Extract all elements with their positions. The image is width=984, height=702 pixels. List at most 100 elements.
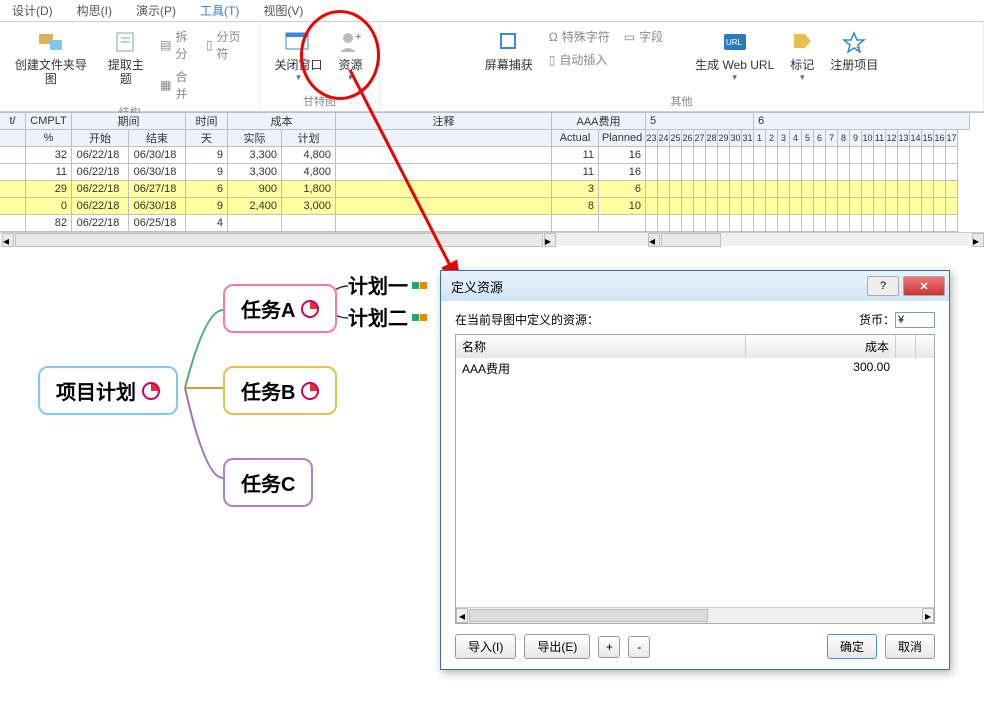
day-col: 9 [850,130,862,147]
day-col: 17 [946,130,958,147]
task-b-node[interactable]: 任务B [223,366,337,415]
gen-web-url-button[interactable]: URL 生成 Web URL ▾ [689,26,780,85]
day-col: 10 [862,130,874,147]
ok-button[interactable]: 确定 [827,634,877,659]
col-actual: Actual [552,130,599,147]
task-c-node[interactable]: 任务C [223,458,313,507]
chevron-down-icon: ▾ [800,72,805,83]
day-col: 25 [670,130,682,147]
merge-icon: ▦ [160,78,171,92]
plan2-node[interactable]: 计划二 [348,302,430,331]
day-col: 15 [922,130,934,147]
grid-scrollbar[interactable]: ◂▸ ◂▸ [0,232,984,246]
day-col: 16 [934,130,946,147]
day-col: 4 [790,130,802,147]
progress-pie-icon [301,382,319,400]
remove-resource-button[interactable]: - [628,636,650,658]
import-button[interactable]: 导入(I) [455,634,516,659]
group-other-label: 其他 [671,93,693,111]
tab-tools[interactable]: 工具(T) [188,0,251,21]
tab-design[interactable]: 设计(D) [0,0,65,21]
col-pct: % [26,130,72,147]
currency-label: 货币： [859,311,895,328]
table-row[interactable]: 006/22/1806/30/1892,4003,000810 [0,198,984,215]
day-col: 28 [706,130,718,147]
day-col: 1 [754,130,766,147]
tab-idea[interactable]: 构思(I) [65,0,124,21]
doc-icon: ▯ [549,53,556,67]
ribbon: 创建文件夹导图 提取主题 ▤拆分 ▦合并 ▯分页符 结构 关闭窗口 ▾ + 资源 [0,22,984,112]
col-t: t/ [0,113,26,130]
table-row[interactable]: 1106/22/1806/30/1893,3004,8001116 [0,164,984,181]
day-col: 8 [838,130,850,147]
progress-pie-icon [142,382,160,400]
chevron-down-icon: ▾ [296,72,301,83]
progress-pie-icon [301,300,319,318]
col-actual-cost: 实际 [228,130,282,147]
col-start: 开始 [72,130,129,147]
svg-text:+: + [355,31,361,43]
day-col: 7 [826,130,838,147]
folder-map-icon [37,28,65,56]
mark-button[interactable]: 标记 ▾ [782,26,822,85]
dialog-close-button[interactable]: ✕ [903,276,945,296]
create-folder-map-button[interactable]: 创建文件夹导图 [6,26,96,88]
col-name-header[interactable]: 名称 [456,335,746,358]
day-col: 27 [694,130,706,147]
split-icon: ▤ [160,38,171,52]
gantt-grid: t/ CMPLT 期间 时间 成本 注释 AAA费用 5 6 % 开始 结束 天… [0,112,984,246]
table-row[interactable]: 8206/22/1806/25/184 [0,215,984,232]
special-char-button[interactable]: Ω特殊字符 [545,26,614,47]
extract-topic-button[interactable]: 提取主题 [98,26,154,88]
col-cost-header[interactable]: 成本 [746,335,896,358]
merge-button[interactable]: ▦合并 [156,66,200,104]
register-project-button[interactable]: + 注册项目 [824,26,884,74]
currency-input[interactable] [895,312,935,328]
cancel-button[interactable]: 取消 [885,634,935,659]
screen-capture-button[interactable]: 屏幕捕获 [479,26,539,74]
table-row[interactable]: 2906/22/1806/27/1869001,80036 [0,181,984,198]
cubes-icon [412,310,430,324]
col-plan-cost: 计划 [282,130,336,147]
resource-button[interactable]: + 资源 ▾ [331,26,371,85]
auto-insert-button[interactable]: ▯自动插入 [545,49,614,70]
day-col: 3 [778,130,790,147]
field-icon: ▭ [624,30,635,44]
add-resource-button[interactable]: + [598,636,620,658]
dialog-title: 定义资源 [451,277,867,296]
day-col: 31 [742,130,754,147]
day-col: 6 [814,130,826,147]
person-plus-icon: + [337,28,365,56]
field-button[interactable]: ▭字段 [620,26,667,47]
day-col: 11 [874,130,886,147]
task-a-node[interactable]: 任务A [223,284,337,333]
col-6: 6 [754,113,970,130]
url-icon: URL [721,28,749,56]
table-scrollbar[interactable]: ◂▸ [456,607,934,623]
dialog-titlebar[interactable]: 定义资源 ? ✕ [441,271,949,301]
resource-table: 名称 成本 AAA费用 300.00 ◂▸ [455,334,935,624]
close-window-button[interactable]: 关闭窗口 ▾ [268,26,328,85]
table-row[interactable]: AAA费用 300.00 [456,358,934,379]
day-col: 12 [886,130,898,147]
dialog-help-button[interactable]: ? [867,276,899,296]
export-button[interactable]: 导出(E) [524,634,590,659]
day-col: 5 [802,130,814,147]
col-cost: 成本 [228,113,336,130]
star-plus-icon: + [840,28,868,56]
dialog-prompt: 在当前导图中定义的资源： [455,311,859,328]
day-col: 24 [658,130,670,147]
table-row[interactable]: 3206/22/1806/30/1893,3004,8001116 [0,147,984,164]
tab-present[interactable]: 演示(P) [124,0,188,21]
col-days: 天 [186,130,228,147]
col-end: 结束 [129,130,186,147]
root-node[interactable]: 项目计划 [38,366,178,415]
day-col: 23 [646,130,658,147]
day-col: 26 [682,130,694,147]
plan1-node[interactable]: 计划一 [348,270,430,299]
day-col: 29 [718,130,730,147]
pagebreak-button[interactable]: ▯分页符 [202,26,253,64]
tab-view[interactable]: 视图(V) [251,0,315,21]
split-button[interactable]: ▤拆分 [156,26,200,64]
col-time: 时间 [186,113,228,130]
